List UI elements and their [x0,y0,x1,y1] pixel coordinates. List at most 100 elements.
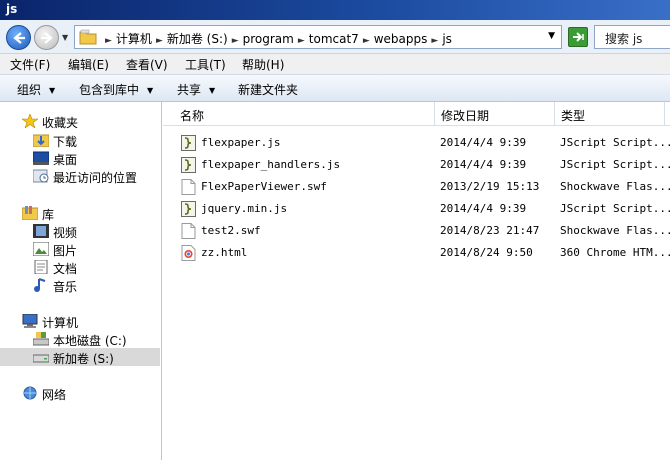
nav-recent-places[interactable]: 最近访问的位置 [0,167,160,185]
file-date: 2014/4/4 9:39 [440,158,527,171]
nav-music-label: 音乐 [53,280,78,294]
window-title: js [6,2,18,16]
file-name: flexpaper.js [201,136,281,149]
organize-button[interactable]: 组织 ▼ [17,81,55,98]
nav-pictures-label: 图片 [53,244,78,258]
file-name: flexpaper_handlers.js [201,158,341,171]
nav-new-volume-s[interactable]: 新加卷 (S:) [0,348,160,366]
breadcrumb-item[interactable]: tomcat7 [309,32,359,46]
chevron-down-icon: ▼ [49,86,56,95]
forward-button[interactable] [34,25,59,50]
column-date-modified[interactable]: 修改日期 [441,107,489,124]
new-folder-button[interactable]: 新建文件夹 [238,81,298,98]
column-name[interactable]: 名称 [180,107,204,124]
breadcrumb-item[interactable]: webapps [374,32,428,46]
include-label: 包含到库中 [79,83,140,97]
nav-recent-places-label: 最近访问的位置 [53,171,138,185]
nav-music[interactable]: 音乐 [0,276,160,294]
file-row[interactable]: zz.html 2014/8/24 9:50 360 Chrome HTM... [163,242,670,264]
breadcrumb-item[interactable]: program [243,32,294,46]
nav-favorites[interactable]: 收藏夹 [0,112,160,130]
file-list: flexpaper.js 2014/4/4 9:39 JScript Scrip… [163,126,670,460]
file-date: 2014/8/24 9:50 [440,246,533,259]
swf-file-icon [181,179,196,195]
file-type: JScript Script... [560,136,670,149]
file-row[interactable]: flexpaper_handlers.js 2014/4/4 9:39 JScr… [163,154,670,176]
nav-documents[interactable]: 文档 [0,258,160,276]
system-drive-icon [33,332,49,346]
nav-videos[interactable]: 视频 [0,222,160,240]
search-input[interactable]: 搜索 js [605,30,642,47]
address-dropdown-icon[interactable]: ▼ [548,31,555,41]
file-row[interactable]: jquery.min.js 2014/4/4 9:39 JScript Scri… [163,198,670,220]
address-row: ▼ ► 计算机 ► 新加卷 (S:) ► program ► tomcat7 ► webapps ►… [0,20,670,54]
menu-help[interactable]: 帮助(H) [242,56,284,73]
nav-computer-label: 计算机 [42,316,79,330]
back-button[interactable] [6,25,31,50]
refresh-button[interactable] [568,27,588,47]
navigation-pane: 收藏夹 下载 桌面 最近访问的位置 库 视频 图片 文档 音乐 计算机 本地磁盘… [0,102,162,460]
column-divider[interactable] [664,102,665,126]
share-label: 共享 [177,83,202,97]
computer-icon [22,314,38,328]
menu-tools[interactable]: 工具(T) [185,56,226,73]
nav-libraries-label: 库 [42,208,55,222]
chevron-right-icon[interactable]: ► [298,36,305,46]
menu-edit[interactable]: 编辑(E) [68,56,109,73]
file-type: JScript Script... [560,158,670,171]
include-in-library-button[interactable]: 包含到库中 ▼ [79,81,153,98]
breadcrumb-item[interactable]: js [442,32,452,46]
column-divider[interactable] [434,102,435,126]
chevron-right-icon[interactable]: ► [105,36,112,46]
nav-downloads[interactable]: 下载 [0,131,160,149]
html-file-icon [181,245,196,261]
file-date: 2014/4/4 9:39 [440,202,527,215]
desktop-icon [33,151,49,165]
chevron-right-icon[interactable]: ► [232,36,239,46]
chevron-right-icon[interactable]: ► [431,36,438,46]
file-row[interactable]: test2.swf 2014/8/23 21:47 Shockwave Flas… [163,220,670,242]
nav-libraries[interactable]: 库 [0,204,160,222]
nav-network[interactable]: 网络 [0,384,160,402]
recent-pages-dropdown[interactable]: ▼ [62,33,68,42]
nav-desktop[interactable]: 桌面 [0,149,160,167]
js-file-icon [181,157,196,173]
file-name: FlexPaperViewer.swf [201,180,327,193]
nav-network-label: 网络 [42,388,67,402]
column-divider[interactable] [554,102,555,126]
column-type[interactable]: 类型 [561,107,585,124]
file-type: Shockwave Flas... [560,180,670,193]
command-bar: 组织 ▼ 包含到库中 ▼ 共享 ▼ 新建文件夹 [0,74,670,102]
nav-documents-label: 文档 [53,262,78,276]
file-type: 360 Chrome HTM... [560,246,670,259]
chevron-down-icon: ▼ [147,86,154,95]
nav-favorites-label: 收藏夹 [42,116,79,130]
breadcrumb-item[interactable]: 计算机 [116,32,152,46]
address-bar[interactable]: ► 计算机 ► 新加卷 (S:) ► program ► tomcat7 ► webapps ► js… [74,25,562,49]
search-box[interactable]: 搜索 js [594,25,670,49]
share-button[interactable]: 共享 ▼ [177,81,215,98]
nav-pictures[interactable]: 图片 [0,240,160,258]
network-icon [23,386,37,400]
menu-view[interactable]: 查看(V) [126,56,168,73]
nav-desktop-label: 桌面 [53,153,78,167]
nav-computer[interactable]: 计算机 [0,312,160,330]
downloads-folder-icon [33,134,49,147]
file-row[interactable]: FlexPaperViewer.swf 2013/2/19 15:13 Shoc… [163,176,670,198]
nav-downloads-label: 下载 [53,135,78,149]
nav-local-disk-c-label: 本地磁盘 (C:) [53,334,127,348]
swf-file-icon [181,223,196,239]
star-icon [22,114,38,128]
file-name: zz.html [201,246,248,259]
arrow-right-icon [41,32,53,44]
chevron-right-icon[interactable]: ► [156,36,163,46]
breadcrumb-item[interactable]: 新加卷 (S:) [167,32,228,46]
file-row[interactable]: flexpaper.js 2014/4/4 9:39 JScript Scrip… [163,132,670,154]
chevron-down-icon: ▼ [209,86,216,95]
nav-videos-label: 视频 [53,226,78,240]
nav-local-disk-c[interactable]: 本地磁盘 (C:) [0,330,160,348]
file-type: Shockwave Flas... [560,224,670,237]
breadcrumb: ► 计算机 ► 新加卷 (S:) ► program ► tomcat7 ► webapps ► js [101,30,452,47]
chevron-right-icon[interactable]: ► [363,36,370,46]
menu-file[interactable]: 文件(F) [10,56,50,73]
